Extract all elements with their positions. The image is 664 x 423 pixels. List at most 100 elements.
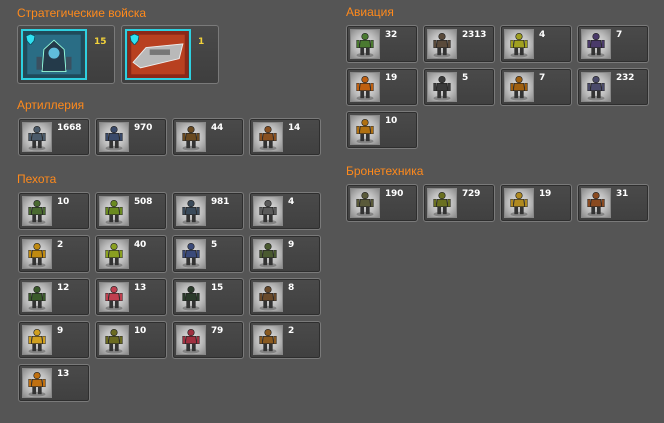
section-title-strategic: Стратегические войска [17,6,147,20]
unit-tile[interactable]: 232 [577,68,649,106]
scorpion-flyer-icon [350,115,380,145]
unit-count: 31 [616,189,629,199]
unit-count: 7 [616,30,623,40]
unit-count: 4 [288,197,295,207]
unit-tile[interactable]: 5 [172,235,244,273]
unit-tile[interactable]: 729 [423,184,495,222]
unit-tile[interactable]: 508 [95,192,167,230]
unit-tile[interactable]: 190 [346,184,418,222]
sniper-icon [253,196,283,226]
unit-tile[interactable]: 10 [95,321,167,359]
unit-tile[interactable]: 9 [249,235,321,273]
unit-tile[interactable]: 14 [249,118,321,156]
unit-count: 9 [288,240,295,250]
hover-tank-icon [350,188,380,218]
rust-tank-icon [581,188,611,218]
unit-count: 10 [57,197,70,207]
unit-count: 190 [385,189,404,199]
unit-count: 79 [211,326,224,336]
unit-count: 14 [288,123,301,133]
unit-tile[interactable]: 4 [249,192,321,230]
jet-trooper-icon [504,72,534,102]
red-assault-icon [176,325,206,355]
gunner-crouch-icon [253,239,283,269]
artillery-mech-icon [22,122,52,152]
unit-count: 7 [539,73,546,83]
unit-count: 981 [211,197,230,207]
scout-icon [99,325,129,355]
unit-count: 5 [211,240,218,250]
unit-tile[interactable]: 19 [346,68,418,106]
blue-trooper-icon [176,239,206,269]
unit-tile[interactable]: 981 [172,192,244,230]
unit-count: 19 [385,73,398,83]
unit-tile[interactable]: 7 [577,25,649,63]
unit-tile[interactable]: 32 [346,25,418,63]
infantry-grid: 10 508 981 4 2 40 5 9 12 13 15 8 9 10 79 2 13 [18,192,328,402]
grenadier-icon [253,282,283,312]
rifleman-icon [22,196,52,226]
unit-tile[interactable]: 8 [249,278,321,316]
unit-count: 19 [539,189,552,199]
unit-count: 5 [462,73,469,83]
cyborg-soldier-icon [176,196,206,226]
unit-tile[interactable]: 31 [577,184,649,222]
section-title-armor: Бронетехника [346,164,424,178]
unit-tile[interactable]: 4 [500,25,572,63]
fire-bat-icon [350,72,380,102]
unit-tile[interactable]: 79 [172,321,244,359]
green-tank-icon [427,188,457,218]
unit-count: 13 [57,369,70,379]
unit-tile[interactable]: 13 [18,364,90,402]
unit-tile[interactable]: 10 [346,111,418,149]
unit-count: 15 [94,37,107,47]
unit-tile[interactable]: 12 [18,278,90,316]
unit-tile[interactable]: 19 [500,184,572,222]
unit-count: 10 [385,116,398,126]
unit-count: 1668 [57,123,82,133]
gold-tank-icon [504,188,534,218]
dark-operative-icon [176,282,206,312]
artillery-tank-icon [99,122,129,152]
unit-tile[interactable]: 40 [95,235,167,273]
unit-count: 2313 [462,30,487,40]
unit-count: 4 [539,30,546,40]
gargoyle-icon [427,72,457,102]
exo-brute-icon [99,239,129,269]
unit-count: 12 [57,283,70,293]
artillery-crawler-icon [253,122,283,152]
unit-count: 970 [134,123,153,133]
aviation-grid: 32 2313 4 7 19 5 7 232 10 [346,25,656,149]
unit-tile[interactable]: 1668 [18,118,90,156]
unit-tile[interactable]: 15 [172,278,244,316]
heavy-gunner-icon [253,325,283,355]
unit-tile[interactable]: 5 [423,68,495,106]
shield-badge-icon [130,34,139,45]
yellow-flyer-icon [504,29,534,59]
unit-tile[interactable]: 44 [172,118,244,156]
unit-count: 15 [211,283,224,293]
siege-walker-icon [21,29,87,80]
armor-grid: 190 729 19 31 [346,184,656,222]
unit-tile[interactable]: 15 [17,25,115,84]
unit-count: 9 [57,326,64,336]
unit-count: 729 [462,189,481,199]
unit-tile[interactable]: 970 [95,118,167,156]
unit-tile[interactable]: 2 [249,321,321,359]
strategic-grid: 15 1 [17,25,237,84]
pink-beast-icon [99,282,129,312]
unit-tile[interactable]: 2 [18,235,90,273]
unit-tile[interactable]: 1 [121,25,219,84]
claw-drone-icon [581,29,611,59]
unit-tile[interactable]: 13 [95,278,167,316]
unit-tile[interactable]: 7 [500,68,572,106]
unit-count: 32 [385,30,398,40]
unit-tile[interactable]: 9 [18,321,90,359]
unit-count: 1 [198,37,205,47]
commando-icon [22,282,52,312]
unit-count: 44 [211,123,224,133]
unit-count: 8 [288,283,295,293]
artillery-walker-icon [176,122,206,152]
unit-tile[interactable]: 10 [18,192,90,230]
unit-tile[interactable]: 2313 [423,25,495,63]
